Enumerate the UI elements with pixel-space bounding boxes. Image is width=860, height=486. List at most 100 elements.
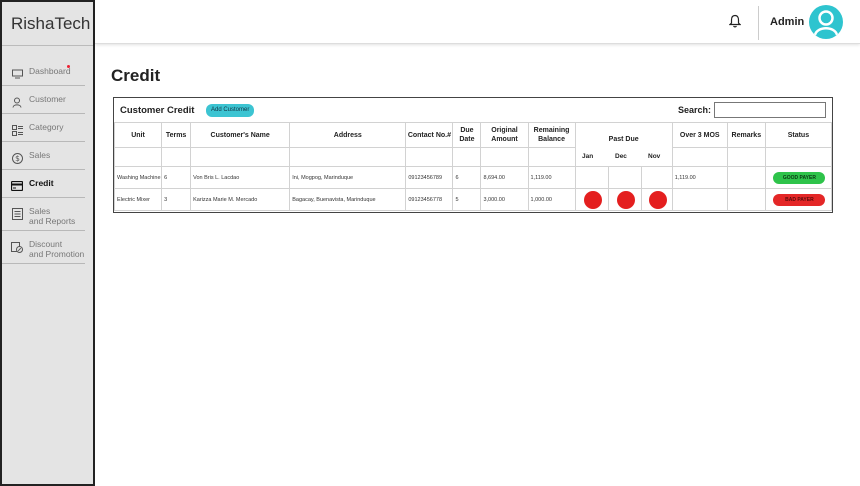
past-due-dot xyxy=(616,190,635,209)
card-title: Customer Credit xyxy=(120,105,195,116)
cell-original-amount: 3,000.00 xyxy=(480,188,529,211)
sidebar-item-discount-promotion[interactable]: Discount and Promotion xyxy=(2,235,85,264)
sidebar-item-label: Sales xyxy=(29,150,51,160)
card-header: Customer Credit Add Customer Search: xyxy=(114,98,832,122)
discount-icon xyxy=(10,240,24,254)
subheader-empty xyxy=(161,147,192,167)
subheader-empty xyxy=(289,147,407,167)
column-header-contact: Contact No.# xyxy=(405,122,454,148)
subheader-empty xyxy=(190,147,291,167)
user-name[interactable]: Admin xyxy=(770,16,804,28)
monitor-icon xyxy=(10,67,24,81)
month-label-jan: Jan xyxy=(582,153,594,160)
column-header-remarks: Remarks xyxy=(726,122,766,148)
cell-past-due-jan xyxy=(574,188,609,211)
sidebar-item-sales[interactable]: $ Sales xyxy=(2,146,85,170)
status-badge-bad: BAD PAYER xyxy=(773,193,826,206)
subheader-empty xyxy=(527,147,576,167)
cell-contact: 09123456778 xyxy=(405,188,454,211)
sidebar-item-label: Category xyxy=(29,122,64,132)
column-header-due-date: Due Date xyxy=(452,122,482,148)
subheader-empty xyxy=(764,147,833,167)
customer-credit-card: Customer Credit Add Customer Search: Uni… xyxy=(113,97,833,213)
sidebar-item-label: Dashboard xyxy=(29,66,71,76)
cell-remaining-balance: 1,000.00 xyxy=(527,188,576,211)
topbar-divider xyxy=(758,6,759,40)
cell-terms: 3 xyxy=(161,188,192,211)
sidebar-item-label: Discount and Promotion xyxy=(29,239,85,259)
sidebar-item-dashboard[interactable]: Dashboard xyxy=(2,62,85,86)
bell-icon[interactable] xyxy=(728,14,742,28)
sidebar: RishaTech Dashboard Customer Category $ … xyxy=(0,0,95,486)
cell-address: Ini, Mogpog, Marinduque xyxy=(289,166,407,189)
app-root: RishaTech Dashboard Customer Category $ … xyxy=(0,0,860,486)
sidebar-item-label: Customer xyxy=(29,94,66,104)
table-header-row: Unit Terms Customer's Name Address Conta… xyxy=(113,122,833,167)
column-header-unit: Unit xyxy=(113,122,163,148)
cell-unit: Electric Mixer xyxy=(113,188,163,211)
top-bar: Admin xyxy=(95,0,860,44)
column-header-original-amount: Original Amount xyxy=(480,122,529,148)
sidebar-item-label: Sales and Reports xyxy=(29,206,76,226)
cell-name: Von Bris L. Lacdao xyxy=(190,166,291,189)
sidebar-item-category[interactable]: Category xyxy=(2,118,85,142)
credit-card-icon xyxy=(10,179,24,193)
month-label-nov: Nov xyxy=(648,153,661,160)
cell-over-3-mos: 1,119.00 xyxy=(671,166,728,189)
subheader-empty xyxy=(726,147,766,167)
search-input[interactable] xyxy=(714,102,826,118)
subheader-empty xyxy=(405,147,454,167)
cell-name: Karizza Marie M. Mercado xyxy=(190,188,291,211)
cell-original-amount: 8,694.00 xyxy=(480,166,529,189)
table-row[interactable]: Electric Mixer 3 Karizza Marie M. Mercad… xyxy=(113,188,833,211)
column-header-over-3-mos: Over 3 MOS xyxy=(671,122,728,148)
cell-terms: 6 xyxy=(161,166,192,189)
sidebar-item-credit[interactable]: Credit xyxy=(2,174,85,198)
column-header-status: Status xyxy=(764,122,833,148)
cell-due-date: 6 xyxy=(452,166,482,189)
past-due-dot xyxy=(648,190,667,209)
cell-remaining-balance: 1,119.00 xyxy=(527,166,576,189)
report-icon xyxy=(10,207,24,221)
subheader-empty xyxy=(113,147,163,167)
cell-past-due-nov xyxy=(640,188,673,211)
cell-address: Bagacay, Buenavista, Marinduque xyxy=(289,188,407,211)
table-subheader-row xyxy=(113,147,833,167)
cell-past-due-nov xyxy=(640,166,673,189)
status-badge-good: GOOD PAYER xyxy=(773,171,826,184)
cell-unit: Washing Machine xyxy=(113,166,163,189)
sidebar-nav: Dashboard Customer Category $ Sales Cred… xyxy=(2,62,93,264)
subheader-empty xyxy=(480,147,529,167)
column-header-terms: Terms xyxy=(161,122,192,148)
dollar-icon: $ xyxy=(10,151,24,165)
page-title: Credit xyxy=(111,66,161,85)
sidebar-item-customer[interactable]: Customer xyxy=(2,90,85,114)
subheader-empty xyxy=(671,147,728,167)
notification-dot xyxy=(67,65,70,68)
cell-past-due-jan xyxy=(574,166,609,189)
table-row[interactable]: Washing Machine 6 Von Bris L. Lacdao Ini… xyxy=(113,166,833,189)
add-customer-button[interactable]: Add Customer xyxy=(206,104,255,117)
cell-remarks xyxy=(726,166,766,189)
past-due-dot xyxy=(583,190,602,209)
subheader-empty xyxy=(452,147,482,167)
cell-status: GOOD PAYER xyxy=(764,166,833,189)
credit-table: Unit Terms Customer's Name Address Conta… xyxy=(113,122,833,211)
cell-contact: 09123456789 xyxy=(405,166,454,189)
cell-over-3-mos xyxy=(671,188,728,211)
svg-text:$: $ xyxy=(15,154,20,163)
column-header-remaining-balance: Remaining Balance xyxy=(527,122,576,148)
sidebar-item-label: Credit xyxy=(29,178,54,188)
category-icon xyxy=(10,123,24,137)
sidebar-item-sales-reports[interactable]: Sales and Reports xyxy=(2,202,85,231)
column-header-address: Address xyxy=(289,122,407,148)
brand-logo: RishaTech xyxy=(2,2,93,46)
month-label-dec: Dec xyxy=(615,153,627,160)
column-header-name: Customer's Name xyxy=(190,122,291,148)
user-icon xyxy=(10,95,24,109)
past-due-months: Jan Dec Nov xyxy=(580,153,680,163)
user-avatar-icon[interactable] xyxy=(809,5,843,39)
cell-past-due-dec xyxy=(607,166,642,189)
cell-due-date: 5 xyxy=(452,188,482,211)
search-label: Search: xyxy=(678,105,712,115)
